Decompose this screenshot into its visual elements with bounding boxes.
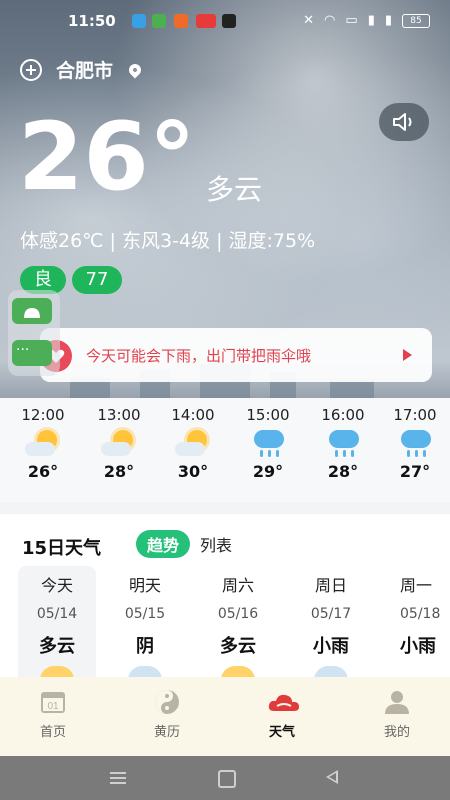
play-arrow-icon[interactable] bbox=[403, 349, 412, 361]
hourly-item[interactable]: 13:00 28° bbox=[84, 406, 154, 481]
hourly-item[interactable]: 16:00 28° bbox=[308, 406, 378, 481]
speaker-icon bbox=[393, 113, 412, 131]
day-date: 05/17 bbox=[310, 606, 352, 622]
view-toggle: 趋势 列表 bbox=[136, 530, 232, 558]
hd-icon: ▭ bbox=[345, 13, 358, 28]
day-name: 周六 bbox=[221, 576, 254, 595]
partly-sunny-icon bbox=[23, 428, 63, 460]
current-temperature: 26° bbox=[18, 103, 196, 212]
more-button[interactable]: ··· bbox=[12, 340, 52, 366]
day-date: 05/16 bbox=[217, 606, 259, 622]
day-condition: 多云 bbox=[39, 636, 75, 657]
day-condition: 小雨 bbox=[313, 636, 349, 657]
hour-time: 14:00 bbox=[171, 406, 215, 424]
location-pin-icon bbox=[126, 61, 144, 78]
person-icon bbox=[383, 689, 411, 715]
weather-alert-banner[interactable]: 今天可能会下雨，出门带把雨伞哦 bbox=[40, 328, 432, 382]
fifteen-day-forecast: 15日天气 趋势 列表 今天 05/14 多云 明天 05/15 阴 周六 05… bbox=[0, 514, 450, 686]
status-time: 11:50 bbox=[68, 12, 116, 30]
app-notification-icon bbox=[132, 14, 146, 28]
day-condition: 小雨 bbox=[400, 636, 436, 657]
forecast-title: 15日天气 bbox=[22, 538, 102, 559]
trend-tab[interactable]: 趋势 bbox=[136, 530, 191, 558]
alert-text: 今天可能会下雨，出门带把雨伞哦 bbox=[86, 347, 312, 365]
nav-home[interactable]: 01 首页 bbox=[18, 689, 88, 740]
weather-cloud-icon bbox=[268, 689, 299, 715]
back-icon[interactable] bbox=[326, 770, 338, 784]
hourly-item[interactable]: 12:00 26° bbox=[8, 406, 78, 481]
hour-time: 12:00 bbox=[21, 406, 65, 424]
app-notification-icon bbox=[152, 14, 166, 28]
weather-details: 体感26℃ | 东风3-4级 | 湿度:75% bbox=[20, 230, 316, 252]
battery-icon: 85 bbox=[402, 13, 430, 28]
tiktok-icon bbox=[222, 14, 236, 28]
hour-time: 15:00 bbox=[246, 406, 290, 424]
add-city-icon[interactable] bbox=[20, 58, 42, 81]
system-navigation-bar bbox=[0, 756, 450, 800]
nav-profile[interactable]: 我的 bbox=[362, 689, 432, 740]
forecast-day[interactable]: 周一 05/18 小雨 bbox=[376, 566, 450, 686]
voice-broadcast-button[interactable] bbox=[379, 103, 429, 141]
app-notification-icon bbox=[174, 14, 188, 28]
rain-icon bbox=[323, 428, 363, 460]
day-name: 周日 bbox=[314, 576, 347, 595]
nav-label: 我的 bbox=[383, 725, 410, 740]
svg-text:01: 01 bbox=[47, 701, 59, 712]
day-condition: 多云 bbox=[220, 636, 256, 657]
current-condition: 多云 bbox=[206, 173, 263, 206]
hour-temp: 26° bbox=[27, 462, 59, 481]
nav-label: 黄历 bbox=[153, 725, 180, 740]
hourly-item[interactable]: 15:00 29° bbox=[233, 406, 303, 481]
wifi-icon: ◠ bbox=[324, 13, 336, 28]
signal-icon: ▮ bbox=[384, 13, 392, 28]
aqi-value-badge[interactable]: 77 bbox=[72, 266, 122, 294]
day-name: 今天 bbox=[40, 576, 73, 595]
forecast-day[interactable]: 周日 05/17 小雨 bbox=[292, 566, 370, 686]
signal-icon: ▮ bbox=[367, 13, 375, 28]
nav-weather[interactable]: 天气 bbox=[247, 689, 317, 740]
day-date: 05/14 bbox=[36, 606, 78, 622]
hourly-item[interactable]: 14:00 30° bbox=[158, 406, 228, 481]
forecast-day[interactable]: 周六 05/16 多云 bbox=[199, 566, 277, 686]
day-name: 明天 bbox=[128, 576, 161, 595]
day-condition: 阴 bbox=[136, 636, 154, 657]
hourly-item[interactable]: 17:00 27° bbox=[380, 406, 450, 481]
status-icons: ✕ ◠ ▭ ▮ ▮ 85 bbox=[303, 13, 430, 28]
partly-sunny-icon bbox=[99, 428, 139, 460]
city-name[interactable]: 合肥市 bbox=[56, 56, 113, 83]
status-bar: 11:50 ✕ ◠ ▭ ▮ ▮ 85 bbox=[0, 10, 450, 36]
nav-label: 首页 bbox=[39, 725, 66, 740]
forecast-day[interactable]: 今天 05/14 多云 bbox=[18, 566, 96, 686]
calendar-01-icon: 01 bbox=[39, 689, 67, 715]
hour-time: 13:00 bbox=[97, 406, 141, 424]
mute-icon: ✕ bbox=[303, 13, 315, 28]
recent-apps-icon[interactable] bbox=[110, 772, 126, 784]
day-date: 05/18 bbox=[400, 606, 441, 622]
nav-almanac[interactable]: 黄历 bbox=[132, 689, 202, 740]
hour-time: 16:00 bbox=[321, 406, 365, 424]
hour-temp: 28° bbox=[103, 462, 135, 481]
rain-icon bbox=[248, 428, 288, 460]
hour-temp: 27° bbox=[399, 462, 431, 481]
bottom-navigation: 01 首页 黄历 天气 我的 bbox=[0, 677, 450, 756]
hour-temp: 28° bbox=[327, 462, 359, 481]
partly-sunny-icon bbox=[173, 428, 213, 460]
day-date: 05/15 bbox=[124, 606, 166, 622]
hour-temp: 29° bbox=[252, 462, 284, 481]
nav-label: 天气 bbox=[268, 725, 295, 740]
list-tab[interactable]: 列表 bbox=[200, 532, 232, 556]
hourly-forecast: 12:00 26° 13:00 28° 14:00 30° 15:00 29° … bbox=[0, 398, 450, 502]
location-bar: 合肥市 bbox=[20, 56, 144, 83]
day-name: 周一 bbox=[400, 576, 433, 595]
hour-temp: 30° bbox=[177, 462, 209, 481]
hour-time: 17:00 bbox=[393, 406, 437, 424]
floating-assistant[interactable]: ··· bbox=[8, 290, 60, 376]
rain-icon bbox=[395, 428, 435, 460]
android-icon[interactable] bbox=[12, 298, 52, 324]
home-icon[interactable] bbox=[218, 770, 236, 788]
app-notification-icon bbox=[196, 14, 216, 28]
forecast-day[interactable]: 明天 05/15 阴 bbox=[106, 566, 184, 686]
yin-yang-icon bbox=[153, 689, 181, 715]
